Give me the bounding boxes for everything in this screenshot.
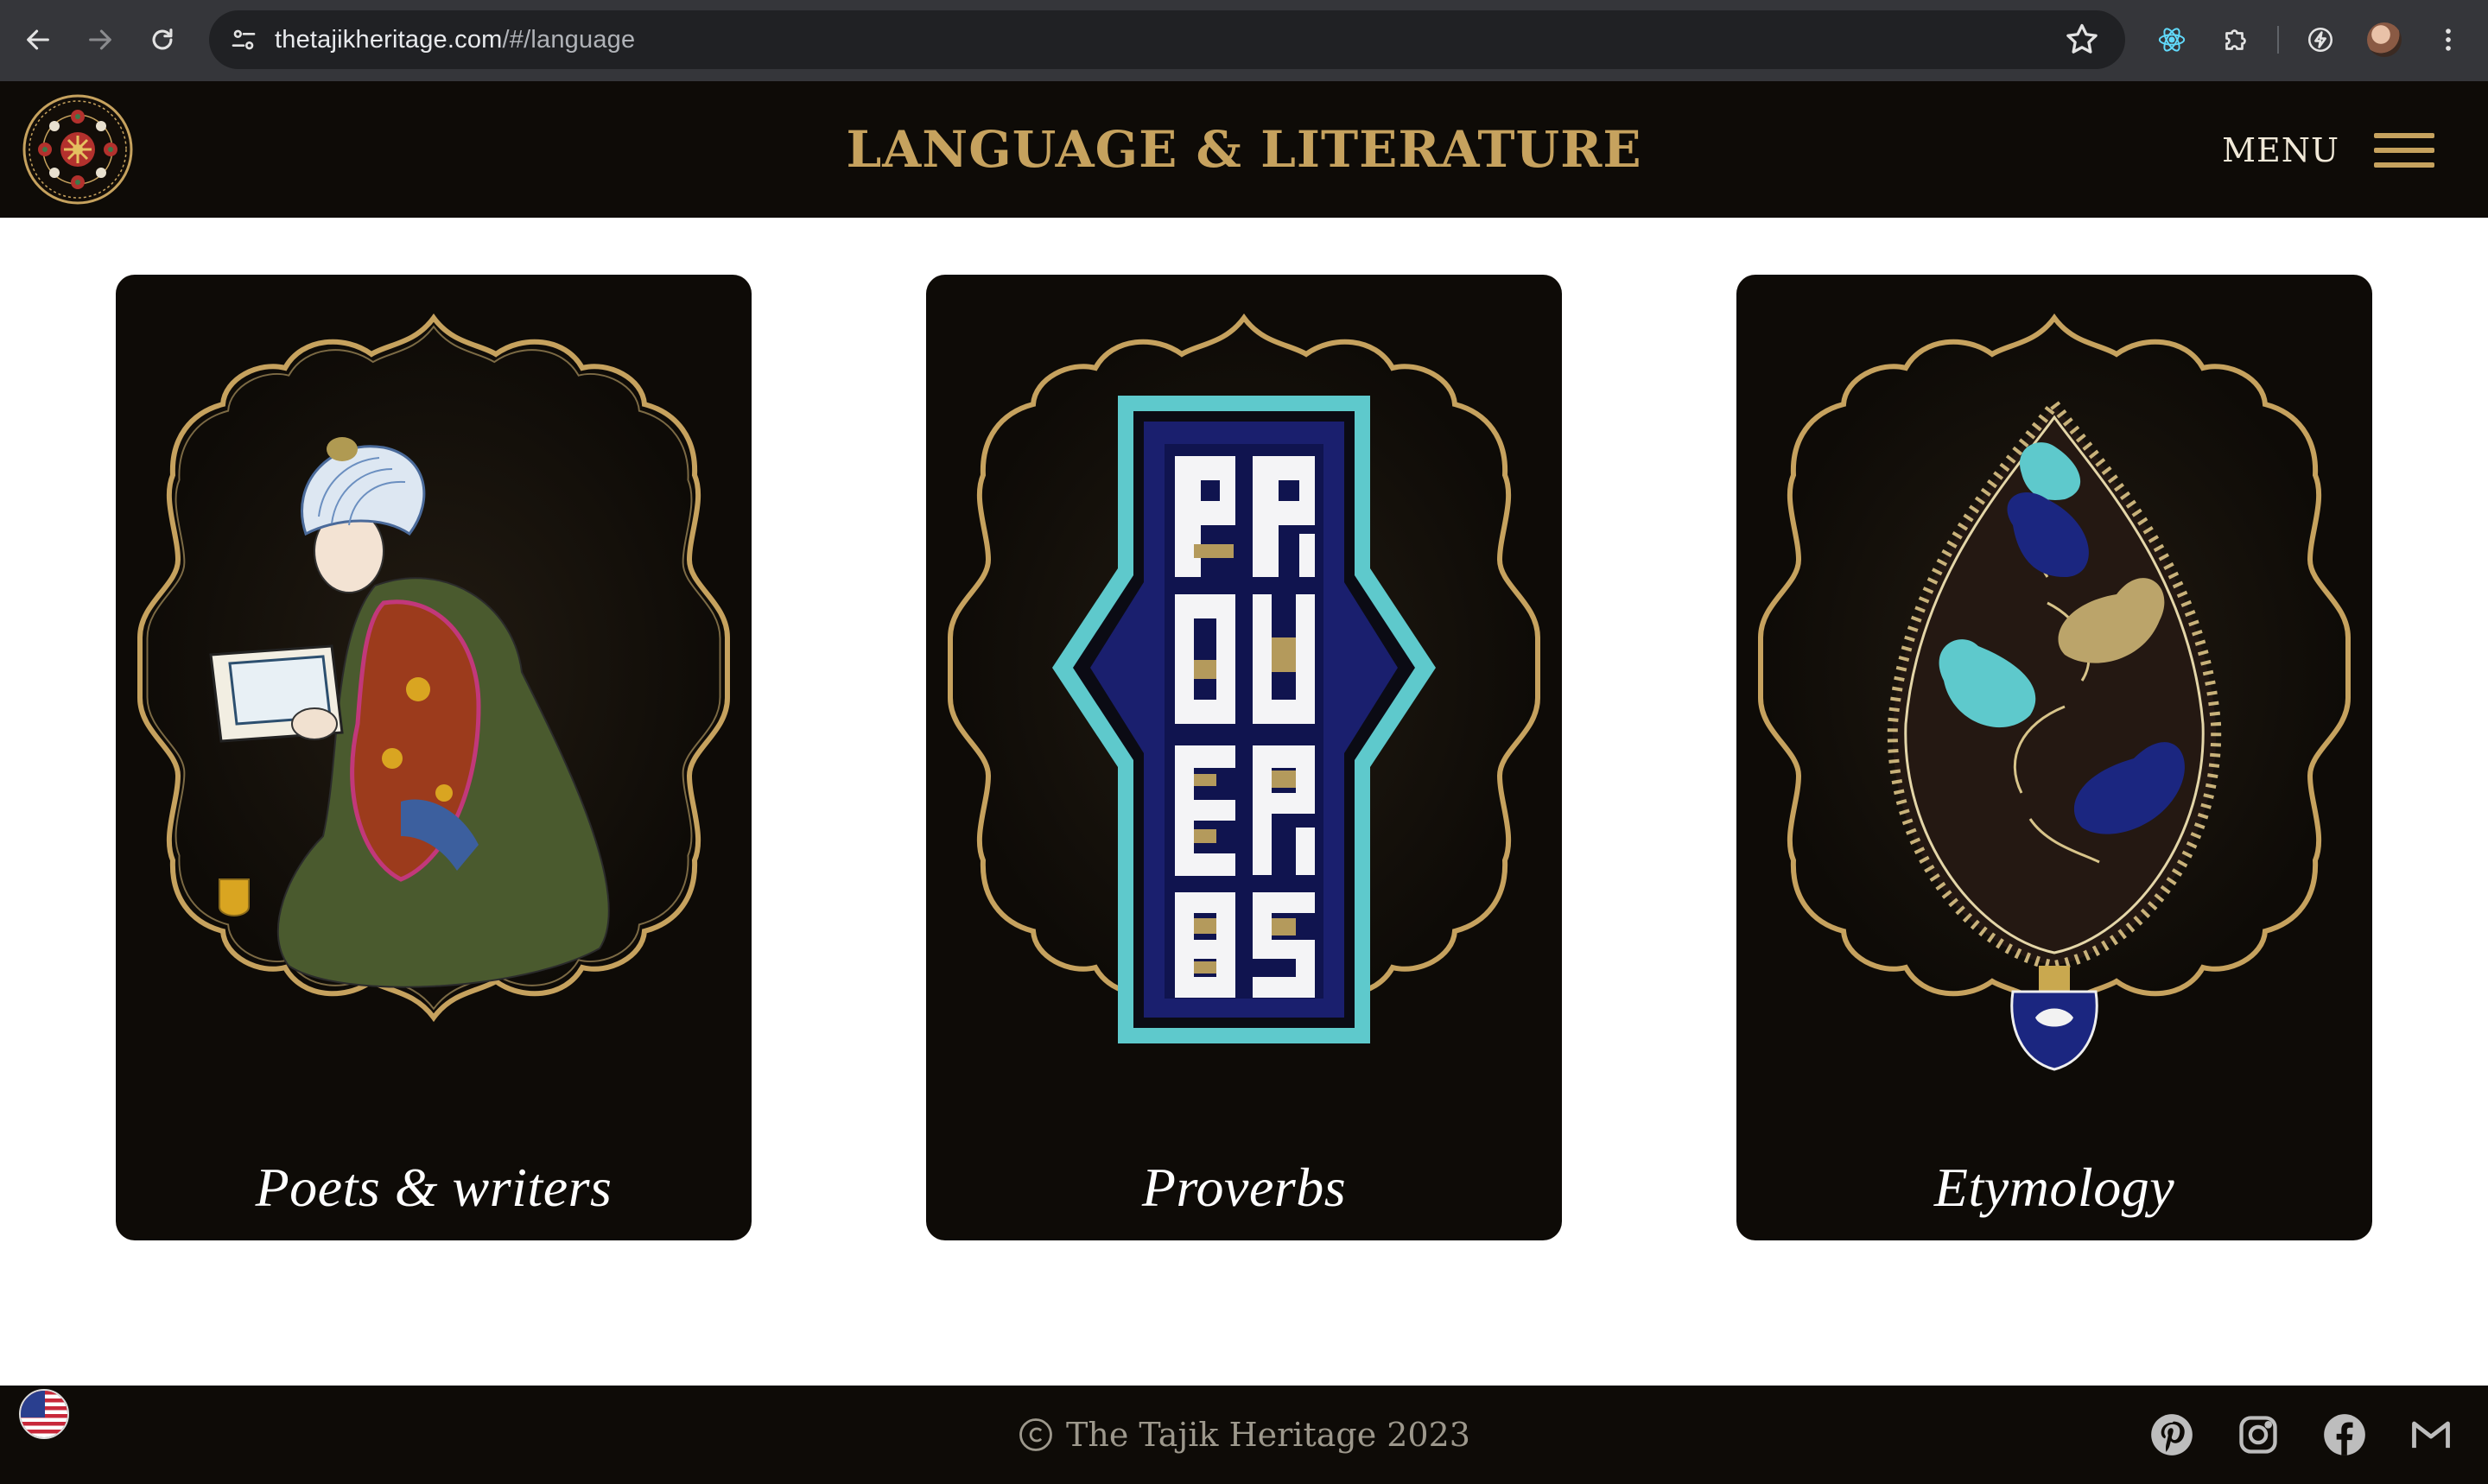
- etymology-illustration: [1736, 275, 2372, 1071]
- site-footer: The Tajik Heritage 2023: [0, 1386, 2488, 1484]
- extensions-bar: [2149, 14, 2471, 66]
- poet-illustration: [116, 275, 752, 1138]
- hamburger-icon: [2374, 133, 2434, 168]
- url-host: thetajikheritage.com: [275, 25, 503, 54]
- tune-icon: [232, 29, 256, 50]
- card-label-proverbs: Proverbs: [1141, 1157, 1347, 1218]
- url-text[interactable]: thetajikheritage.com/#/language: [275, 26, 635, 54]
- copyright: The Tajik Heritage 2023: [0, 1386, 2488, 1484]
- suzani-medallion-logo[interactable]: [22, 94, 133, 205]
- proverbs-illustration: [926, 275, 1562, 1043]
- address-bar[interactable]: thetajikheritage.com/#/language: [209, 10, 2125, 69]
- site-info-button[interactable]: [225, 21, 263, 59]
- reload-button[interactable]: [138, 16, 187, 64]
- social-links: [2149, 1411, 2453, 1458]
- arrow-right-icon: [89, 29, 111, 50]
- pinterest-icon[interactable]: [2149, 1412, 2194, 1457]
- instagram-icon[interactable]: [2236, 1412, 2281, 1457]
- reload-icon: [152, 29, 173, 50]
- arrow-left-icon: [27, 29, 49, 50]
- back-button[interactable]: [14, 16, 62, 64]
- card-label-poets-writers: Poets & writers: [255, 1157, 612, 1218]
- menu-button[interactable]: MENU: [2222, 123, 2434, 178]
- react-devtools-icon[interactable]: [2149, 17, 2194, 62]
- url-path: /#/language: [502, 25, 636, 54]
- profile-avatar[interactable]: [2362, 17, 2407, 62]
- forward-button[interactable]: [76, 16, 124, 64]
- card-poets-writers[interactable]: Poets & writers: [116, 275, 752, 1240]
- browser-toolbar: thetajikheritage.com/#/language: [0, 0, 2488, 81]
- us-flag-icon[interactable]: [19, 1389, 69, 1439]
- page-title: LANGUAGE & LITERATURE: [846, 120, 1642, 179]
- card-proverbs[interactable]: Proverbs: [926, 275, 1562, 1240]
- card-label-etymology: Etymology: [1933, 1157, 2175, 1218]
- star-icon[interactable]: [2063, 21, 2101, 59]
- site-header: LANGUAGE & LITERATURE MENU: [0, 81, 2488, 218]
- kebab-menu-icon[interactable]: [2426, 17, 2471, 62]
- copyright-text: The Tajik Heritage 2023: [1066, 1416, 1470, 1454]
- lightning-icon[interactable]: [2298, 17, 2343, 62]
- menu-label: MENU: [2222, 131, 2339, 169]
- card-etymology[interactable]: Etymology: [1736, 275, 2372, 1240]
- category-cards: Poets & writers Proverbs Etymology: [0, 218, 2488, 1386]
- facebook-icon[interactable]: [2322, 1412, 2367, 1457]
- toolbar-separator: [2277, 26, 2279, 54]
- copyright-icon: [1019, 1418, 1052, 1451]
- puzzle-piece-icon[interactable]: [2213, 17, 2258, 62]
- gmail-icon[interactable]: [2409, 1412, 2453, 1457]
